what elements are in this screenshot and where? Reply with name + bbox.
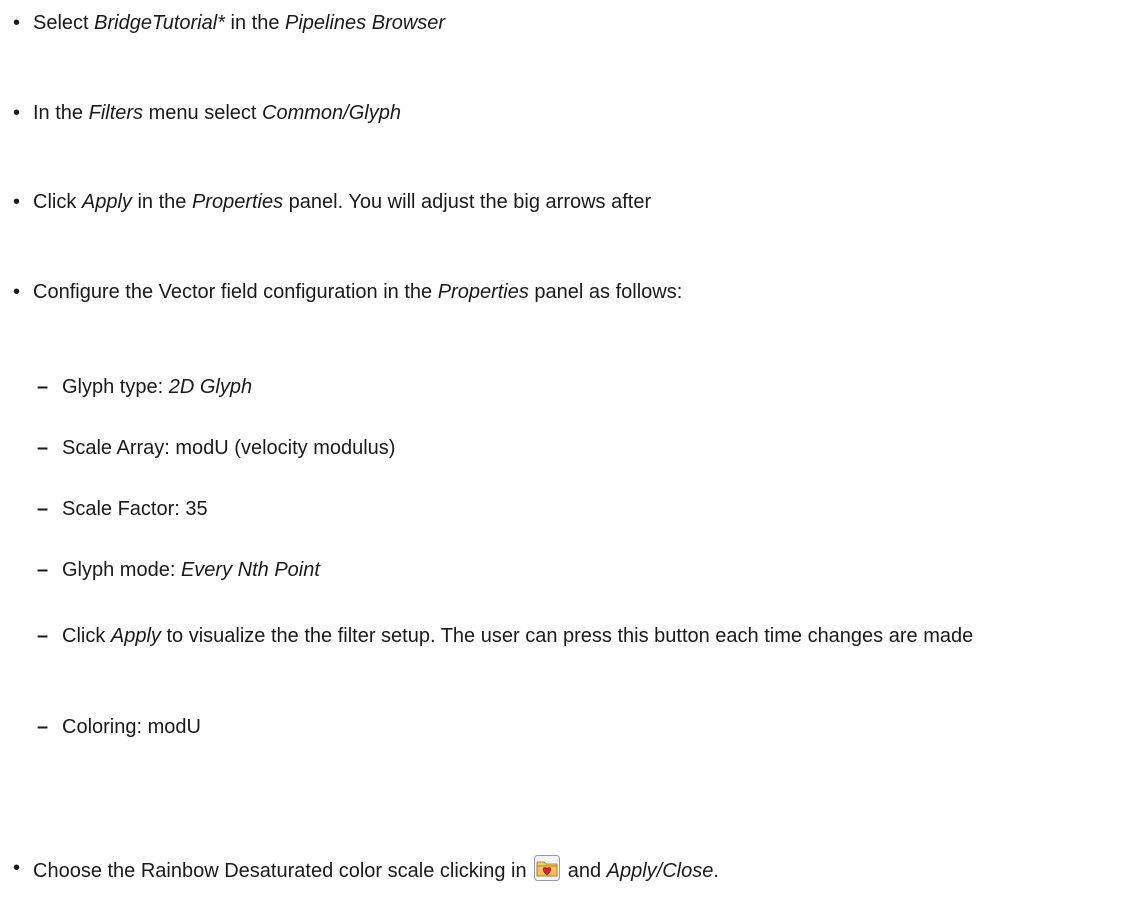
- bridge-tutorial-term: BridgeTutorial*: [94, 12, 225, 34]
- substep-scale-factor-text: Scale Factor: 35: [62, 498, 208, 520]
- dash: –: [37, 625, 49, 647]
- bullet: •: [13, 102, 21, 124]
- substep-click-apply-text: Click Apply to visualize the the filter …: [62, 625, 974, 647]
- step-4-text: Configure the Vector field configuration…: [33, 281, 683, 303]
- step-2-text: In the Filters menu select Common/Glyph: [33, 102, 401, 124]
- dash: –: [37, 376, 49, 398]
- pipelines-browser-term: Pipelines Browser: [285, 12, 446, 34]
- bullet: •: [13, 12, 21, 34]
- substep-glyph-type-text: Glyph type: 2D Glyph: [62, 376, 253, 398]
- apply-term: Apply: [81, 191, 132, 213]
- step-1-text: Select BridgeTutorial* in the Pipelines …: [33, 12, 446, 34]
- properties-term: Properties: [437, 281, 529, 303]
- step-3-text: Click Apply in the Properties panel. You…: [33, 191, 652, 213]
- apply-close-term: Apply/Close: [606, 860, 714, 882]
- every-nth-point-term: Every Nth Point: [180, 559, 320, 581]
- 2d-glyph-term: 2D Glyph: [168, 376, 253, 398]
- dash: –: [37, 716, 49, 738]
- substep-coloring-text: Coloring: modU: [62, 716, 201, 738]
- dash: –: [37, 559, 49, 581]
- common-glyph-term: Common/Glyph: [262, 102, 401, 124]
- bullet: •: [13, 857, 21, 879]
- step-5-text: Choose the Rainbow Desaturated color sca…: [33, 855, 719, 884]
- apply-term: Apply: [110, 625, 161, 647]
- dash: –: [37, 437, 49, 459]
- dash: –: [37, 498, 49, 520]
- properties-term: Properties: [191, 191, 284, 213]
- bullet: •: [13, 191, 21, 213]
- substep-scale-array-text: Scale Array: modU (velocity modulus): [62, 437, 396, 459]
- choose-preset-icon: [534, 855, 561, 881]
- bullet: •: [13, 281, 21, 303]
- substep-glyph-mode-text: Glyph mode: Every Nth Point: [62, 559, 320, 581]
- filters-term: Filters: [88, 102, 144, 124]
